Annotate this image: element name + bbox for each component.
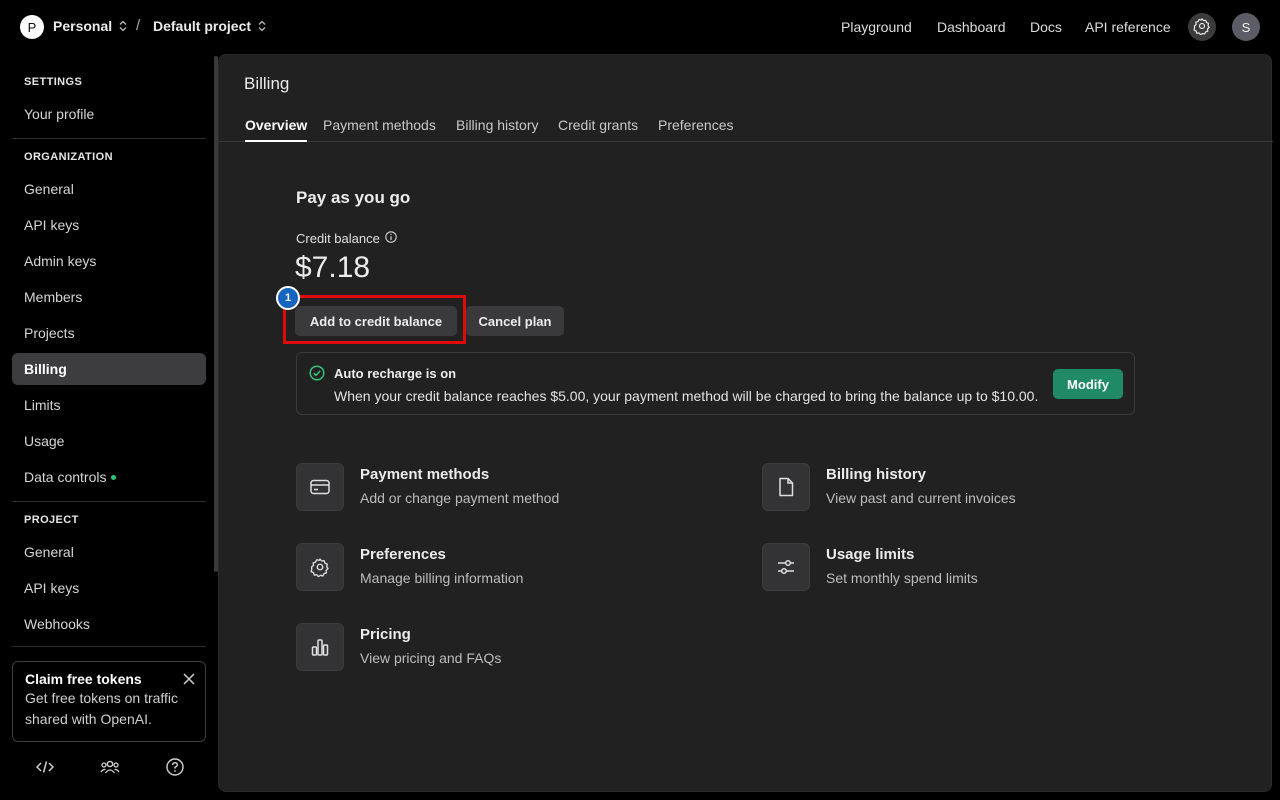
card-subtitle: Set monthly spend limits bbox=[826, 570, 978, 586]
tab-overview[interactable]: Overview bbox=[245, 117, 308, 142]
sidebar-divider bbox=[12, 646, 206, 647]
card-title: Billing history bbox=[826, 466, 927, 483]
user-avatar[interactable]: S bbox=[1232, 13, 1260, 41]
claim-tokens-banner[interactable]: Claim free tokens Get free tokens on tra… bbox=[12, 661, 206, 742]
credit-balance-label-text: Credit balance bbox=[296, 231, 380, 246]
card-billing-history[interactable]: Billing history View past and current in… bbox=[762, 463, 1142, 513]
org-name: Personal bbox=[53, 18, 113, 34]
project-heading: PROJECT bbox=[24, 514, 79, 526]
sidebar: SETTINGS Your profile ORGANIZATION Gener… bbox=[0, 54, 218, 800]
sidebar-item-admin-keys[interactable]: Admin keys bbox=[12, 245, 206, 277]
settings-heading: SETTINGS bbox=[24, 76, 83, 88]
card-subtitle: View past and current invoices bbox=[826, 490, 1016, 506]
help-icon[interactable] bbox=[165, 757, 185, 777]
project-switcher[interactable]: Default project bbox=[153, 18, 266, 34]
sidebar-item-project-general[interactable]: General bbox=[12, 536, 206, 568]
tab-credit-grants[interactable]: Credit grants bbox=[558, 117, 638, 142]
info-icon[interactable] bbox=[385, 231, 397, 246]
card-title: Pricing bbox=[360, 626, 411, 643]
chevron-updown-icon bbox=[258, 20, 266, 32]
settings-button[interactable] bbox=[1188, 13, 1216, 41]
card-title: Usage limits bbox=[826, 546, 915, 563]
cancel-plan-button[interactable]: Cancel plan bbox=[466, 306, 564, 336]
card-subtitle: Manage billing information bbox=[360, 570, 524, 586]
sidebar-divider bbox=[12, 501, 206, 502]
bar-chart-icon bbox=[296, 623, 344, 671]
auto-recharge-title: Auto recharge is on bbox=[334, 366, 457, 381]
project-name: Default project bbox=[153, 18, 252, 34]
nav-playground[interactable]: Playground bbox=[841, 19, 912, 35]
org-switcher[interactable]: Personal bbox=[53, 18, 127, 34]
sidebar-item-billing[interactable]: Billing bbox=[12, 353, 206, 385]
auto-recharge-notice: Auto recharge is on When your credit bal… bbox=[296, 352, 1135, 415]
chevron-updown-icon bbox=[119, 20, 127, 32]
modify-button[interactable]: Modify bbox=[1053, 369, 1123, 399]
credit-balance-value: $7.18 bbox=[295, 251, 371, 284]
promo-title: Claim free tokens bbox=[25, 671, 142, 687]
sidebar-item-webhooks[interactable]: Webhooks bbox=[12, 608, 206, 640]
sidebar-item-usage[interactable]: Usage bbox=[12, 425, 206, 457]
plan-title: Pay as you go bbox=[296, 188, 411, 207]
billing-tabs: Overview Payment methods Billing history… bbox=[219, 117, 1273, 142]
check-circle-icon bbox=[309, 365, 325, 384]
sliders-icon bbox=[762, 543, 810, 591]
credit-card-icon bbox=[296, 463, 344, 511]
nav-docs[interactable]: Docs bbox=[1030, 19, 1062, 35]
sidebar-item-members[interactable]: Members bbox=[12, 281, 206, 313]
nav-api-reference[interactable]: API reference bbox=[1085, 19, 1171, 35]
sidebar-item-your-profile[interactable]: Your profile bbox=[12, 98, 206, 130]
sidebar-item-org-general[interactable]: General bbox=[12, 173, 206, 205]
card-payment-methods[interactable]: Payment methods Add or change payment me… bbox=[296, 463, 676, 513]
highlight-box bbox=[283, 295, 466, 344]
sidebar-item-projects[interactable]: Projects bbox=[12, 317, 206, 349]
sidebar-item-project-api-keys[interactable]: API keys bbox=[12, 572, 206, 604]
sidebar-item-org-api-keys[interactable]: API keys bbox=[12, 209, 206, 241]
gear-icon bbox=[1193, 17, 1211, 38]
credit-balance-label: Credit balance bbox=[296, 231, 397, 246]
top-bar: P Personal / Default project Playground … bbox=[0, 0, 1280, 54]
sidebar-item-label: Data controls bbox=[24, 469, 107, 485]
tab-payment-methods[interactable]: Payment methods bbox=[323, 117, 436, 142]
tab-billing-history[interactable]: Billing history bbox=[456, 117, 538, 142]
billing-panel: Billing Overview Payment methods Billing… bbox=[218, 54, 1273, 792]
auto-recharge-description: When your credit balance reaches $5.00, … bbox=[334, 388, 1039, 404]
sidebar-divider bbox=[12, 138, 206, 139]
sidebar-item-data-controls[interactable]: Data controls bbox=[12, 461, 206, 493]
card-preferences[interactable]: Preferences Manage billing information bbox=[296, 543, 676, 593]
promo-text: Get free tokens on traffic shared with O… bbox=[25, 690, 179, 727]
card-usage-limits[interactable]: Usage limits Set monthly spend limits bbox=[762, 543, 1142, 593]
close-icon[interactable] bbox=[183, 672, 195, 688]
gear-icon bbox=[296, 543, 344, 591]
card-subtitle: Add or change payment method bbox=[360, 490, 560, 506]
people-icon[interactable] bbox=[100, 757, 120, 777]
card-title: Preferences bbox=[360, 546, 446, 563]
card-subtitle: View pricing and FAQs bbox=[360, 650, 502, 666]
org-avatar[interactable]: P bbox=[20, 15, 44, 39]
organization-heading: ORGANIZATION bbox=[24, 151, 113, 163]
page-title: Billing bbox=[244, 74, 290, 93]
nav-dashboard[interactable]: Dashboard bbox=[937, 19, 1006, 35]
tab-preferences[interactable]: Preferences bbox=[658, 117, 733, 142]
sidebar-item-limits[interactable]: Limits bbox=[12, 389, 206, 421]
breadcrumb-separator: / bbox=[136, 17, 141, 34]
document-icon bbox=[762, 463, 810, 511]
card-pricing[interactable]: Pricing View pricing and FAQs bbox=[296, 623, 676, 673]
card-title: Payment methods bbox=[360, 466, 490, 483]
code-icon[interactable] bbox=[35, 757, 55, 777]
step-marker: 1 bbox=[276, 286, 300, 310]
status-dot bbox=[111, 474, 117, 480]
